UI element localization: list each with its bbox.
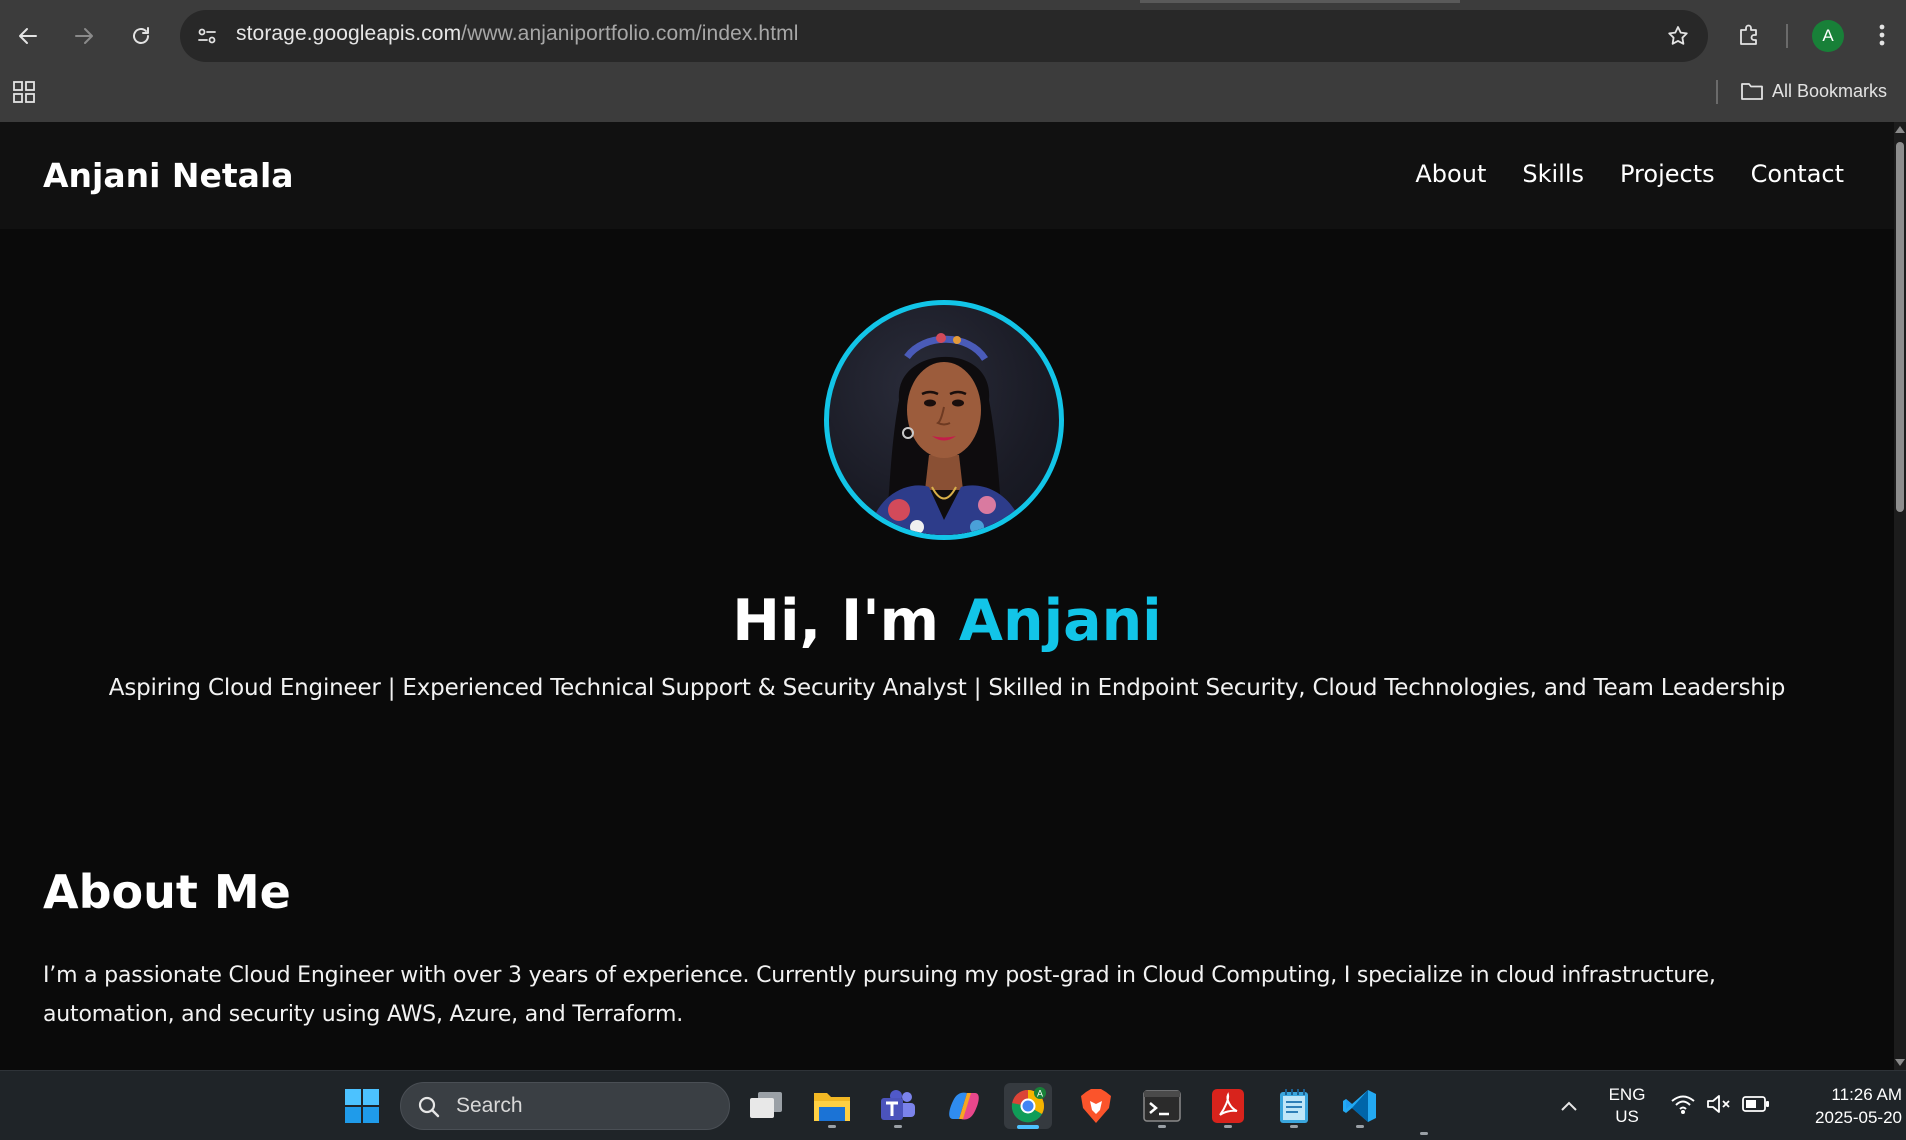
copilot-icon[interactable] [940, 1083, 988, 1129]
scroll-thumb[interactable] [1896, 142, 1904, 512]
hero-greeting: Hi, I'm [732, 588, 959, 654]
brave-icon[interactable] [1072, 1083, 1120, 1129]
browser-toolbar: storage.googleapis.com/www.anjaniportfol… [0, 0, 1906, 122]
profile-avatar[interactable]: A [1812, 20, 1844, 52]
page-viewport: Anjani Netala About Skills Projects Cont… [0, 122, 1894, 1070]
clock-time: 11:26 AM [1831, 1085, 1902, 1104]
scroll-up-arrow-icon[interactable] [1895, 126, 1905, 133]
nav-link-projects[interactable]: Projects [1620, 160, 1715, 188]
running-indicator [1158, 1125, 1166, 1128]
language-code: ENG [1608, 1085, 1646, 1104]
hero-title: Hi, I'm Anjani [0, 588, 1894, 654]
battery-icon[interactable] [1742, 1095, 1770, 1113]
taskbar: Search A ENG US 11:26 AM 2025-05-20 [0, 1070, 1906, 1140]
nav-link-contact[interactable]: Contact [1751, 160, 1844, 188]
running-indicator [1420, 1132, 1428, 1135]
site-settings-icon[interactable] [194, 23, 220, 49]
region-code: US [1615, 1107, 1639, 1126]
about-heading: About Me [43, 865, 291, 919]
running-indicator [894, 1125, 902, 1128]
toolbar-divider [1786, 24, 1788, 48]
acrobat-icon[interactable] [1204, 1083, 1252, 1129]
language-indicator[interactable]: ENG US [1600, 1084, 1654, 1128]
chrome-icon[interactable]: A [1004, 1083, 1052, 1129]
site-nav: About Skills Projects Contact [1415, 160, 1844, 188]
address-bar[interactable]: storage.googleapis.com/www.anjaniportfol… [180, 10, 1708, 62]
file-explorer-icon[interactable] [808, 1083, 856, 1129]
url-path: /www.anjaniportfolio.com/index.html [461, 22, 799, 45]
svg-text:A: A [1037, 1089, 1043, 1099]
running-indicator [1224, 1125, 1232, 1128]
all-bookmarks-button[interactable]: All Bookmarks [1740, 76, 1887, 106]
all-bookmarks-label: All Bookmarks [1772, 80, 1888, 101]
site-logo[interactable]: Anjani Netala [43, 156, 294, 195]
running-indicator [1356, 1125, 1364, 1128]
arrow-right-icon [75, 28, 93, 44]
portrait-illustration [869, 333, 1024, 535]
extensions-icon[interactable] [1732, 18, 1766, 52]
terminal-icon[interactable] [1138, 1083, 1186, 1129]
search-icon [418, 1096, 440, 1118]
running-indicator [1290, 1125, 1298, 1128]
back-button[interactable] [6, 14, 50, 58]
notepad-icon[interactable] [1270, 1083, 1318, 1129]
task-view-icon[interactable] [742, 1083, 790, 1129]
folder-icon [1741, 83, 1763, 100]
about-paragraph: I’m a passionate Cloud Engineer with ove… [43, 963, 1716, 1027]
site-header: Anjani Netala About Skills Projects Cont… [0, 122, 1894, 229]
url-host: storage.googleapis.com [236, 22, 462, 45]
system-clock[interactable]: 11:26 AM 2025-05-20 [1784, 1083, 1902, 1129]
vscode-icon[interactable] [1336, 1083, 1384, 1129]
apps-grid-icon[interactable] [10, 78, 38, 106]
url-text[interactable]: storage.googleapis.com/www.anjaniportfol… [236, 22, 799, 46]
wifi-icon[interactable] [1670, 1093, 1696, 1115]
nav-link-skills[interactable]: Skills [1522, 160, 1584, 188]
volume-muted-icon[interactable] [1706, 1093, 1732, 1115]
hero-name: Anjani [958, 588, 1162, 654]
clock-date: 2025-05-20 [1815, 1108, 1902, 1127]
taskbar-search-label: Search [456, 1094, 523, 1117]
start-icon[interactable] [338, 1083, 386, 1129]
running-indicator [828, 1125, 836, 1128]
tab-strip-edge [1140, 0, 1460, 3]
active-indicator [1017, 1125, 1039, 1129]
forward-button[interactable] [62, 14, 106, 58]
profile-photo [824, 300, 1064, 540]
nav-link-about[interactable]: About [1415, 160, 1486, 188]
arrow-left-icon [19, 28, 37, 44]
bookmark-star-icon[interactable] [1664, 22, 1692, 50]
reload-icon [133, 27, 149, 44]
more-menu-icon[interactable] [1866, 18, 1898, 52]
page-scrollbar[interactable] [1894, 122, 1906, 1070]
show-hidden-icons-chevron-icon[interactable] [1556, 1093, 1582, 1119]
bookmarks-divider [1716, 80, 1718, 104]
taskbar-search[interactable]: Search [400, 1082, 730, 1130]
hero-subtitle: Aspiring Cloud Engineer | Experienced Te… [108, 675, 1786, 701]
reload-button[interactable] [119, 14, 163, 58]
scroll-down-arrow-icon[interactable] [1895, 1059, 1905, 1066]
teams-icon[interactable] [874, 1083, 922, 1129]
